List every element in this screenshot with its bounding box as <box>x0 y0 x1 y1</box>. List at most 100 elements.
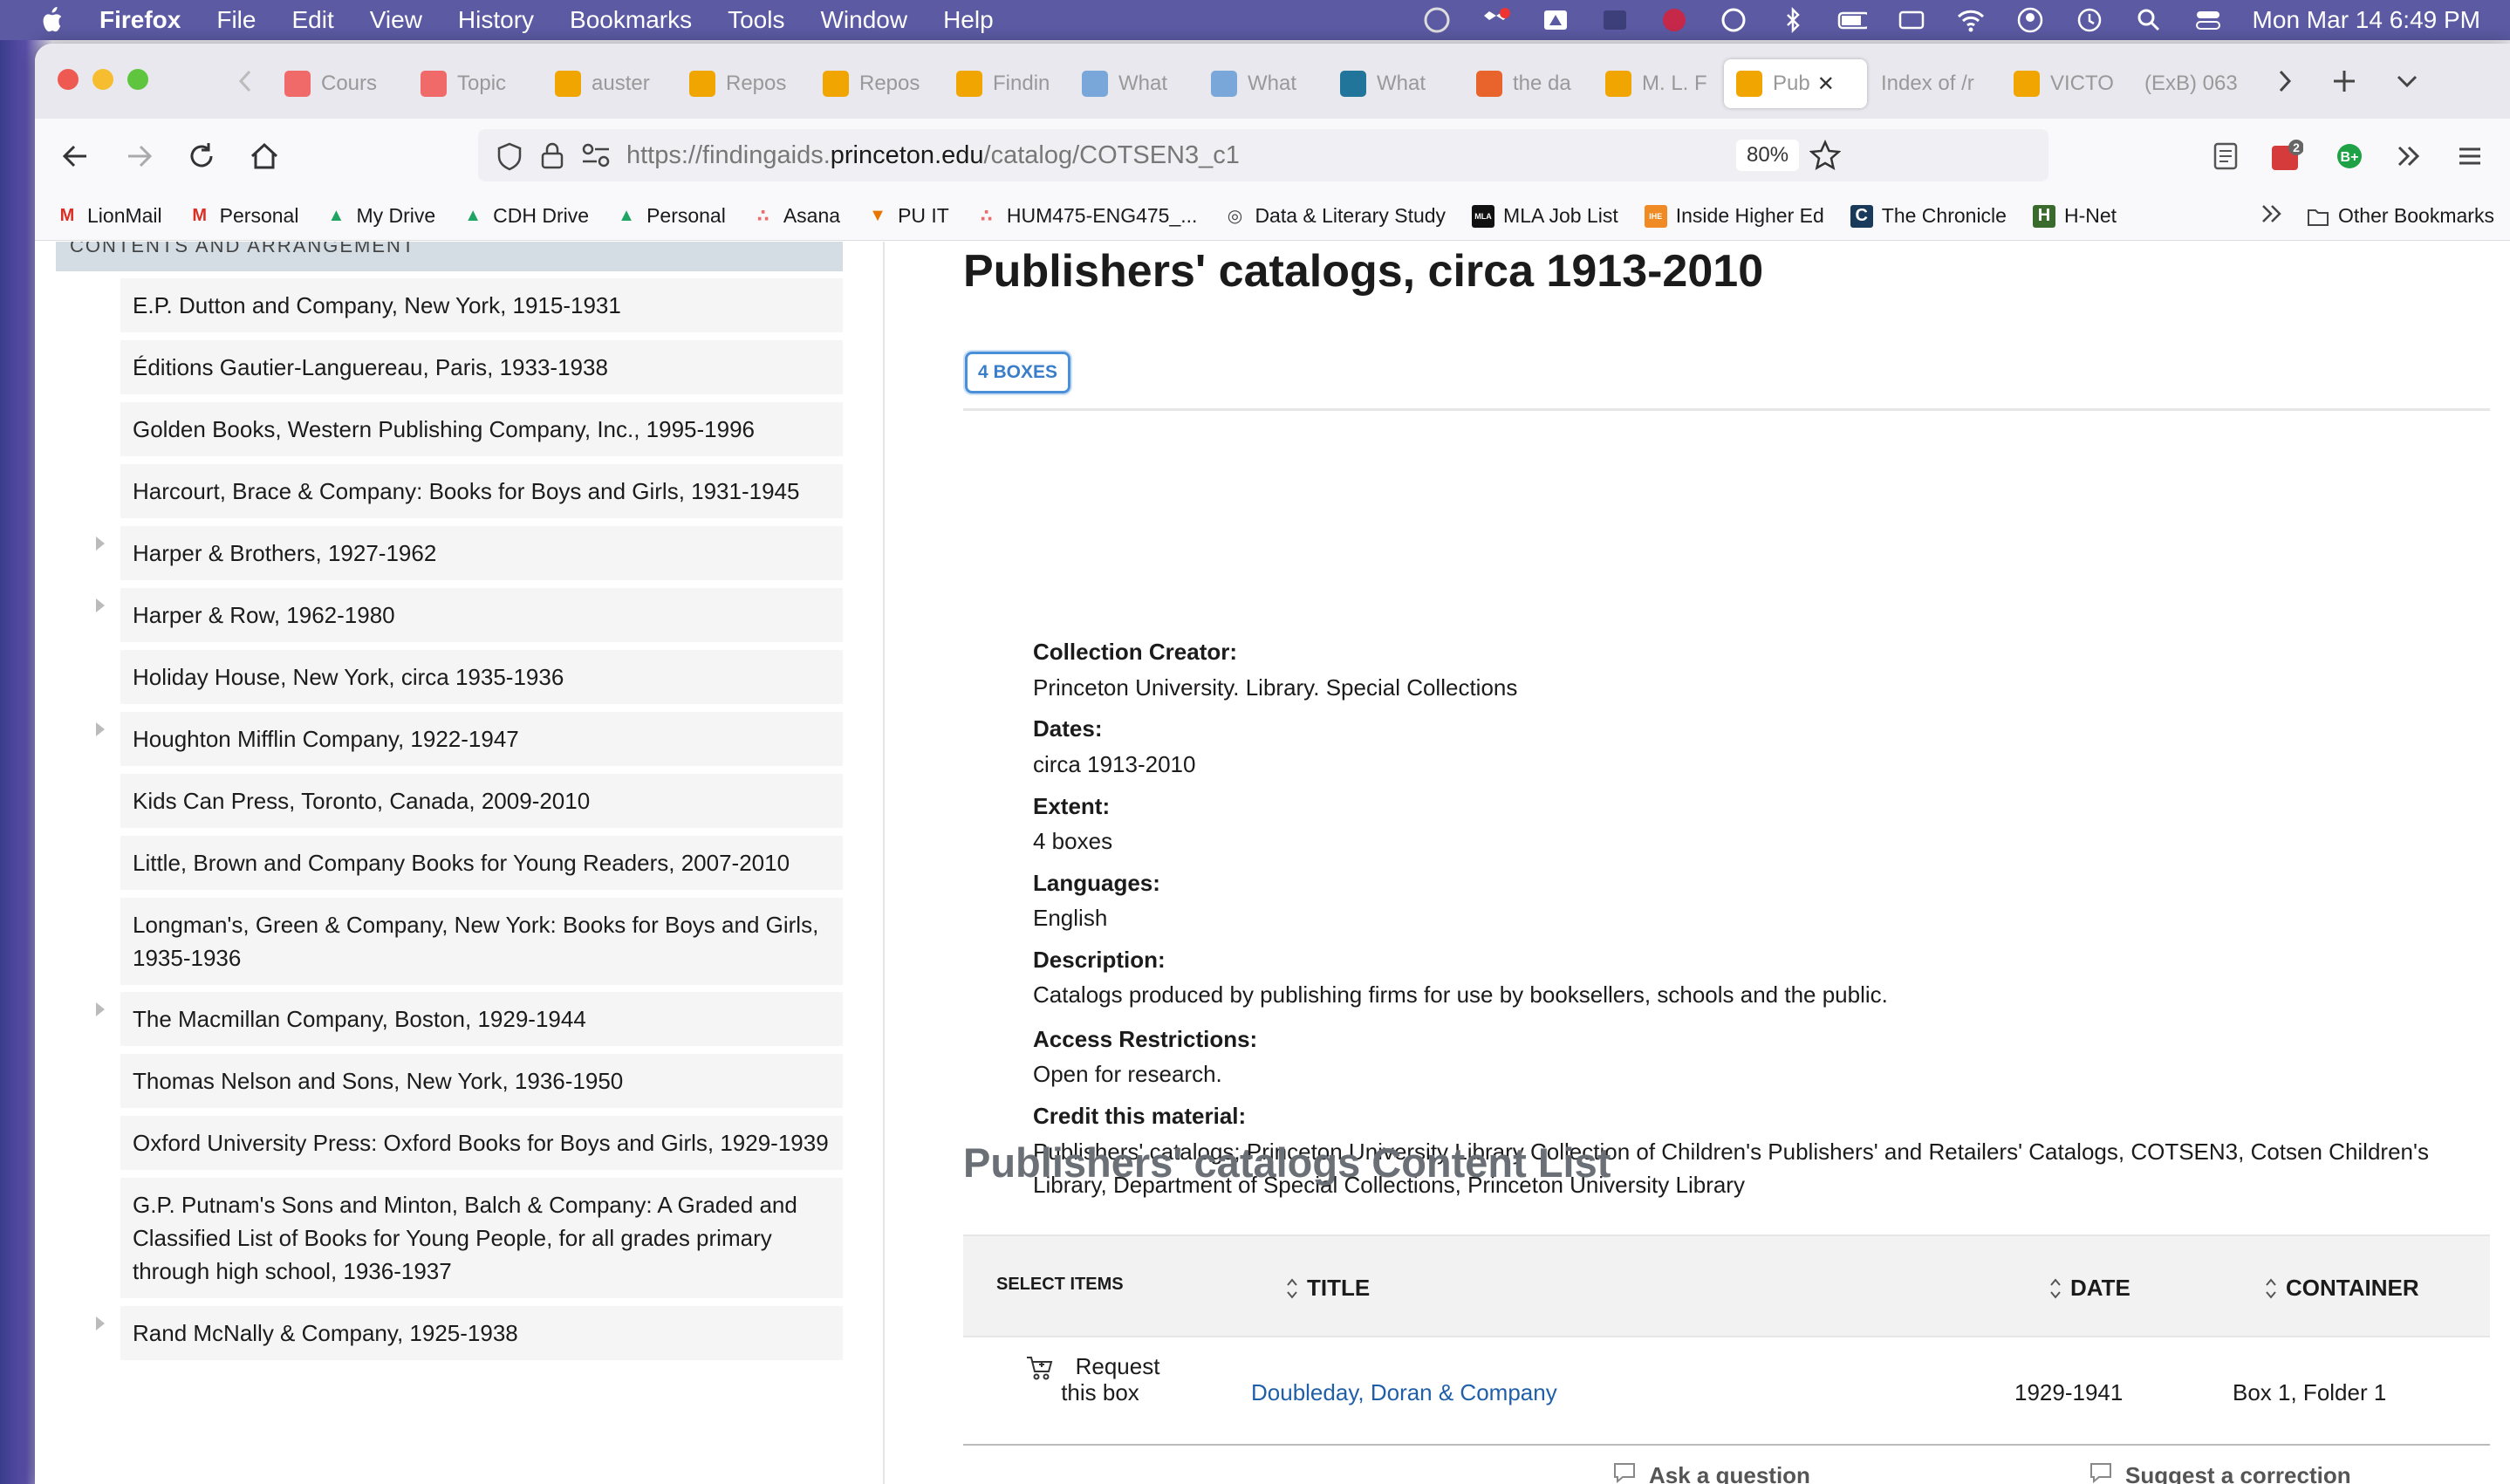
bookmark-5[interactable]: ∴ Asana <box>752 204 840 228</box>
bookmark-10[interactable]: IHE Inside Higher Ed <box>1644 204 1824 228</box>
tab-7[interactable]: What <box>1211 59 1316 108</box>
bookmark-9[interactable]: MLA MLA Job List <box>1472 204 1618 228</box>
dropbox-icon[interactable] <box>1481 6 1511 34</box>
bookmark-6[interactable]: ▼ PU IT <box>866 204 949 228</box>
scroll-tabs-left-icon[interactable] <box>229 65 262 98</box>
tab-5[interactable]: Findin <box>956 59 1061 108</box>
back-icon[interactable] <box>59 140 92 173</box>
bluetooth-icon[interactable] <box>1778 6 1808 34</box>
sidebar-item[interactable]: Harper & Brothers, 1927-1962 <box>120 526 843 580</box>
sidebar-item[interactable]: Longman's, Green & Company, New York: Bo… <box>120 898 843 985</box>
tab-13[interactable]: VICTO <box>2014 59 2118 108</box>
control-center-icon[interactable] <box>2193 6 2223 34</box>
hamburger-menu-icon[interactable] <box>2453 140 2486 173</box>
sync-icon[interactable] <box>1719 6 1748 34</box>
menu-window[interactable]: Window <box>820 6 907 34</box>
expand-caret-icon[interactable] <box>96 598 105 612</box>
expand-caret-icon[interactable] <box>96 1316 105 1330</box>
drive-status-icon[interactable] <box>1541 6 1570 34</box>
tab-12[interactable]: Index of /r <box>1881 59 1986 108</box>
reload-icon[interactable] <box>185 140 218 173</box>
url-text[interactable]: https://findingaids.princeton.edu/catalo… <box>626 141 1240 170</box>
more-tools-icon[interactable] <box>2392 140 2425 173</box>
tab-6[interactable]: What <box>1082 59 1187 108</box>
sidebar-item[interactable]: Kids Can Press, Toronto, Canada, 2009-20… <box>120 774 843 828</box>
sidebar-item[interactable]: G.P. Putnam's Sons and Minton, Balch & C… <box>120 1178 843 1298</box>
reader-view-icon[interactable] <box>2209 140 2242 173</box>
menu-history[interactable]: History <box>458 6 534 34</box>
url-bar[interactable]: https://findingaids.princeton.edu/catalo… <box>478 129 2048 181</box>
search-icon[interactable] <box>2134 6 2164 34</box>
close-window-button[interactable] <box>58 69 79 90</box>
lock-icon[interactable] <box>539 140 565 174</box>
screen-icon[interactable] <box>1600 6 1630 34</box>
menu-app-name[interactable]: Firefox <box>99 6 181 34</box>
sidebar-item[interactable]: Thomas Nelson and Sons, New York, 1936-1… <box>120 1054 843 1108</box>
expand-caret-icon[interactable] <box>96 722 105 736</box>
extension-icon[interactable]: 2 <box>2270 140 2303 173</box>
tab-9[interactable]: the da <box>1476 59 1581 108</box>
menu-view[interactable]: View <box>370 6 422 34</box>
tab-11[interactable]: Pub ✕ <box>1724 59 1867 108</box>
sidebar-item[interactable]: Éditions Gautier-Languereau, Paris, 1933… <box>120 340 843 394</box>
menu-edit[interactable]: Edit <box>291 6 333 34</box>
bookmark-3[interactable]: ▲ CDH Drive <box>462 204 589 228</box>
list-all-tabs-icon[interactable] <box>2390 65 2424 98</box>
sidebar-item[interactable]: The Macmillan Company, Boston, 1929-1944 <box>120 992 843 1046</box>
other-bookmarks[interactable]: Other Bookmarks <box>2307 204 2494 228</box>
tab-0[interactable]: Cours <box>284 59 389 108</box>
container-column-header[interactable]: CONTAINER <box>2265 1275 2419 1302</box>
bookmark-0[interactable]: M LionMail <box>56 204 162 228</box>
tab-4[interactable]: Repos <box>823 59 927 108</box>
user-icon[interactable] <box>2015 6 2045 34</box>
battery-icon[interactable] <box>1837 6 1867 34</box>
sidebar-item[interactable]: Oxford University Press: Oxford Books fo… <box>120 1116 843 1170</box>
sidebar-section-header[interactable]: CONTENTS AND ARRANGEMENT <box>56 242 843 271</box>
apple-icon[interactable] <box>38 6 65 34</box>
bookmark-1[interactable]: M Personal <box>188 204 298 228</box>
suggest-correction-button[interactable]: Suggest a correction <box>2089 1461 2351 1484</box>
tab-3[interactable]: Repos <box>689 59 794 108</box>
home-icon[interactable] <box>248 140 281 173</box>
close-tab-icon[interactable]: ✕ <box>1817 72 1835 97</box>
permissions-icon[interactable] <box>581 142 611 173</box>
forward-icon[interactable] <box>122 140 155 173</box>
new-tab-icon[interactable] <box>2328 65 2361 98</box>
title-column-header[interactable]: TITLE <box>1286 1275 1370 1302</box>
row-title-link[interactable]: Doubleday, Doran & Company <box>1251 1379 1557 1406</box>
bookmark-8[interactable]: ◎ Data & Literary Study <box>1223 204 1446 228</box>
menu-file[interactable]: File <box>216 6 256 34</box>
sidebar-item[interactable]: Harcourt, Brace & Company: Books for Boy… <box>120 464 843 518</box>
sidebar-item[interactable]: Holiday House, New York, circa 1935-1936 <box>120 650 843 704</box>
zoom-window-button[interactable] <box>127 69 148 90</box>
sidebar-item[interactable]: Harper & Row, 1962-1980 <box>120 588 843 642</box>
sidebar-item[interactable]: Golden Books, Western Publishing Company… <box>120 402 843 456</box>
tab-1[interactable]: Topic <box>421 59 525 108</box>
tab-8[interactable]: What <box>1340 59 1445 108</box>
menu-bar-clock[interactable]: Mon Mar 14 6:49 PM <box>2253 6 2480 34</box>
sidebar-item[interactable]: Houghton Mifflin Company, 1922-1947 <box>120 712 843 766</box>
ask-question-button[interactable]: Ask a question <box>1612 1461 1810 1484</box>
bookmark-4[interactable]: ▲ Personal <box>615 204 726 228</box>
record-icon[interactable] <box>1659 6 1689 34</box>
expand-caret-icon[interactable] <box>96 537 105 551</box>
zoom-level[interactable]: 80% <box>1736 140 1800 171</box>
menu-bookmarks[interactable]: Bookmarks <box>570 6 692 34</box>
bookmarks-overflow-icon[interactable] <box>2258 201 2286 232</box>
bookmark-2[interactable]: ▲ My Drive <box>325 204 436 228</box>
tab-2[interactable]: auster <box>555 59 660 108</box>
keyboard-icon[interactable] <box>1897 6 1926 34</box>
bookmark-12[interactable]: H H-Net <box>2032 204 2117 228</box>
tab-14[interactable]: (ExB) 063 <box>2144 59 2249 108</box>
scroll-tabs-right-icon[interactable] <box>2268 65 2301 98</box>
tab-10[interactable]: M. L. F <box>1605 59 1710 108</box>
bookmark-7[interactable]: ∴ HUM475-ENG475_... <box>975 204 1198 228</box>
vpn-icon[interactable] <box>1422 6 1452 34</box>
minimize-window-button[interactable] <box>92 69 113 90</box>
menu-help[interactable]: Help <box>943 6 994 34</box>
extent-badge[interactable]: 4 BOXES <box>965 352 1071 393</box>
sidebar-item[interactable]: Rand McNally & Company, 1925-1938 <box>120 1306 843 1360</box>
bookmark-11[interactable]: C The Chronicle <box>1850 204 2007 228</box>
menu-tools[interactable]: Tools <box>728 6 784 34</box>
date-column-header[interactable]: DATE <box>2049 1275 2130 1302</box>
